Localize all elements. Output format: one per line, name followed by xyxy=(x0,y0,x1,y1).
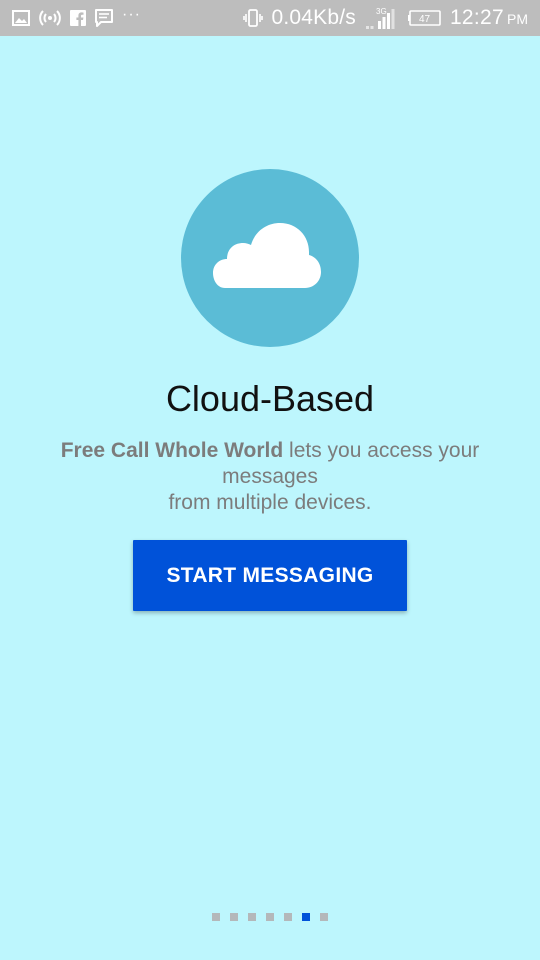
page-dot xyxy=(266,913,274,921)
vibrate-icon xyxy=(243,9,264,27)
page-dot xyxy=(320,913,328,921)
signal-icon: 3G xyxy=(364,6,400,30)
page-dot xyxy=(284,913,292,921)
start-messaging-button[interactable]: START MESSAGING xyxy=(133,540,407,611)
notification-icons: ··· xyxy=(12,6,141,28)
status-bar: ··· 0.04Kb/s 3G 47 12:27 PM xyxy=(0,0,540,36)
page-indicator xyxy=(212,913,328,921)
time-ampm: PM xyxy=(507,11,528,27)
cloud-icon xyxy=(213,223,321,288)
facebook-icon xyxy=(70,10,86,26)
cloud-illustration xyxy=(181,169,359,347)
onboarding-description: Free Call Whole World lets you access yo… xyxy=(40,438,500,516)
time: 12:27 xyxy=(449,6,504,29)
more-notifications-indicator: ··· xyxy=(122,6,141,23)
system-indicators: 0.04Kb/s 3G 47 12:27 PM xyxy=(243,4,528,32)
battery-icon: 47 xyxy=(407,10,442,26)
network-speed: 0.04Kb/s xyxy=(271,6,356,29)
gallery-icon xyxy=(12,10,30,26)
app-name: Free Call Whole World xyxy=(60,439,284,462)
page-dot-active xyxy=(302,913,310,921)
network-type: 3G xyxy=(376,7,387,16)
page-dot xyxy=(212,913,220,921)
onboarding-title: Cloud-Based xyxy=(165,378,375,419)
page-dot xyxy=(248,913,256,921)
message-icon xyxy=(95,9,113,27)
battery-level: 47 xyxy=(419,14,431,25)
description-text-line2: from multiple devices. xyxy=(168,491,372,514)
clock: 12:27 PM xyxy=(450,6,528,30)
hotspot-icon xyxy=(39,10,61,26)
page-dot xyxy=(230,913,238,921)
